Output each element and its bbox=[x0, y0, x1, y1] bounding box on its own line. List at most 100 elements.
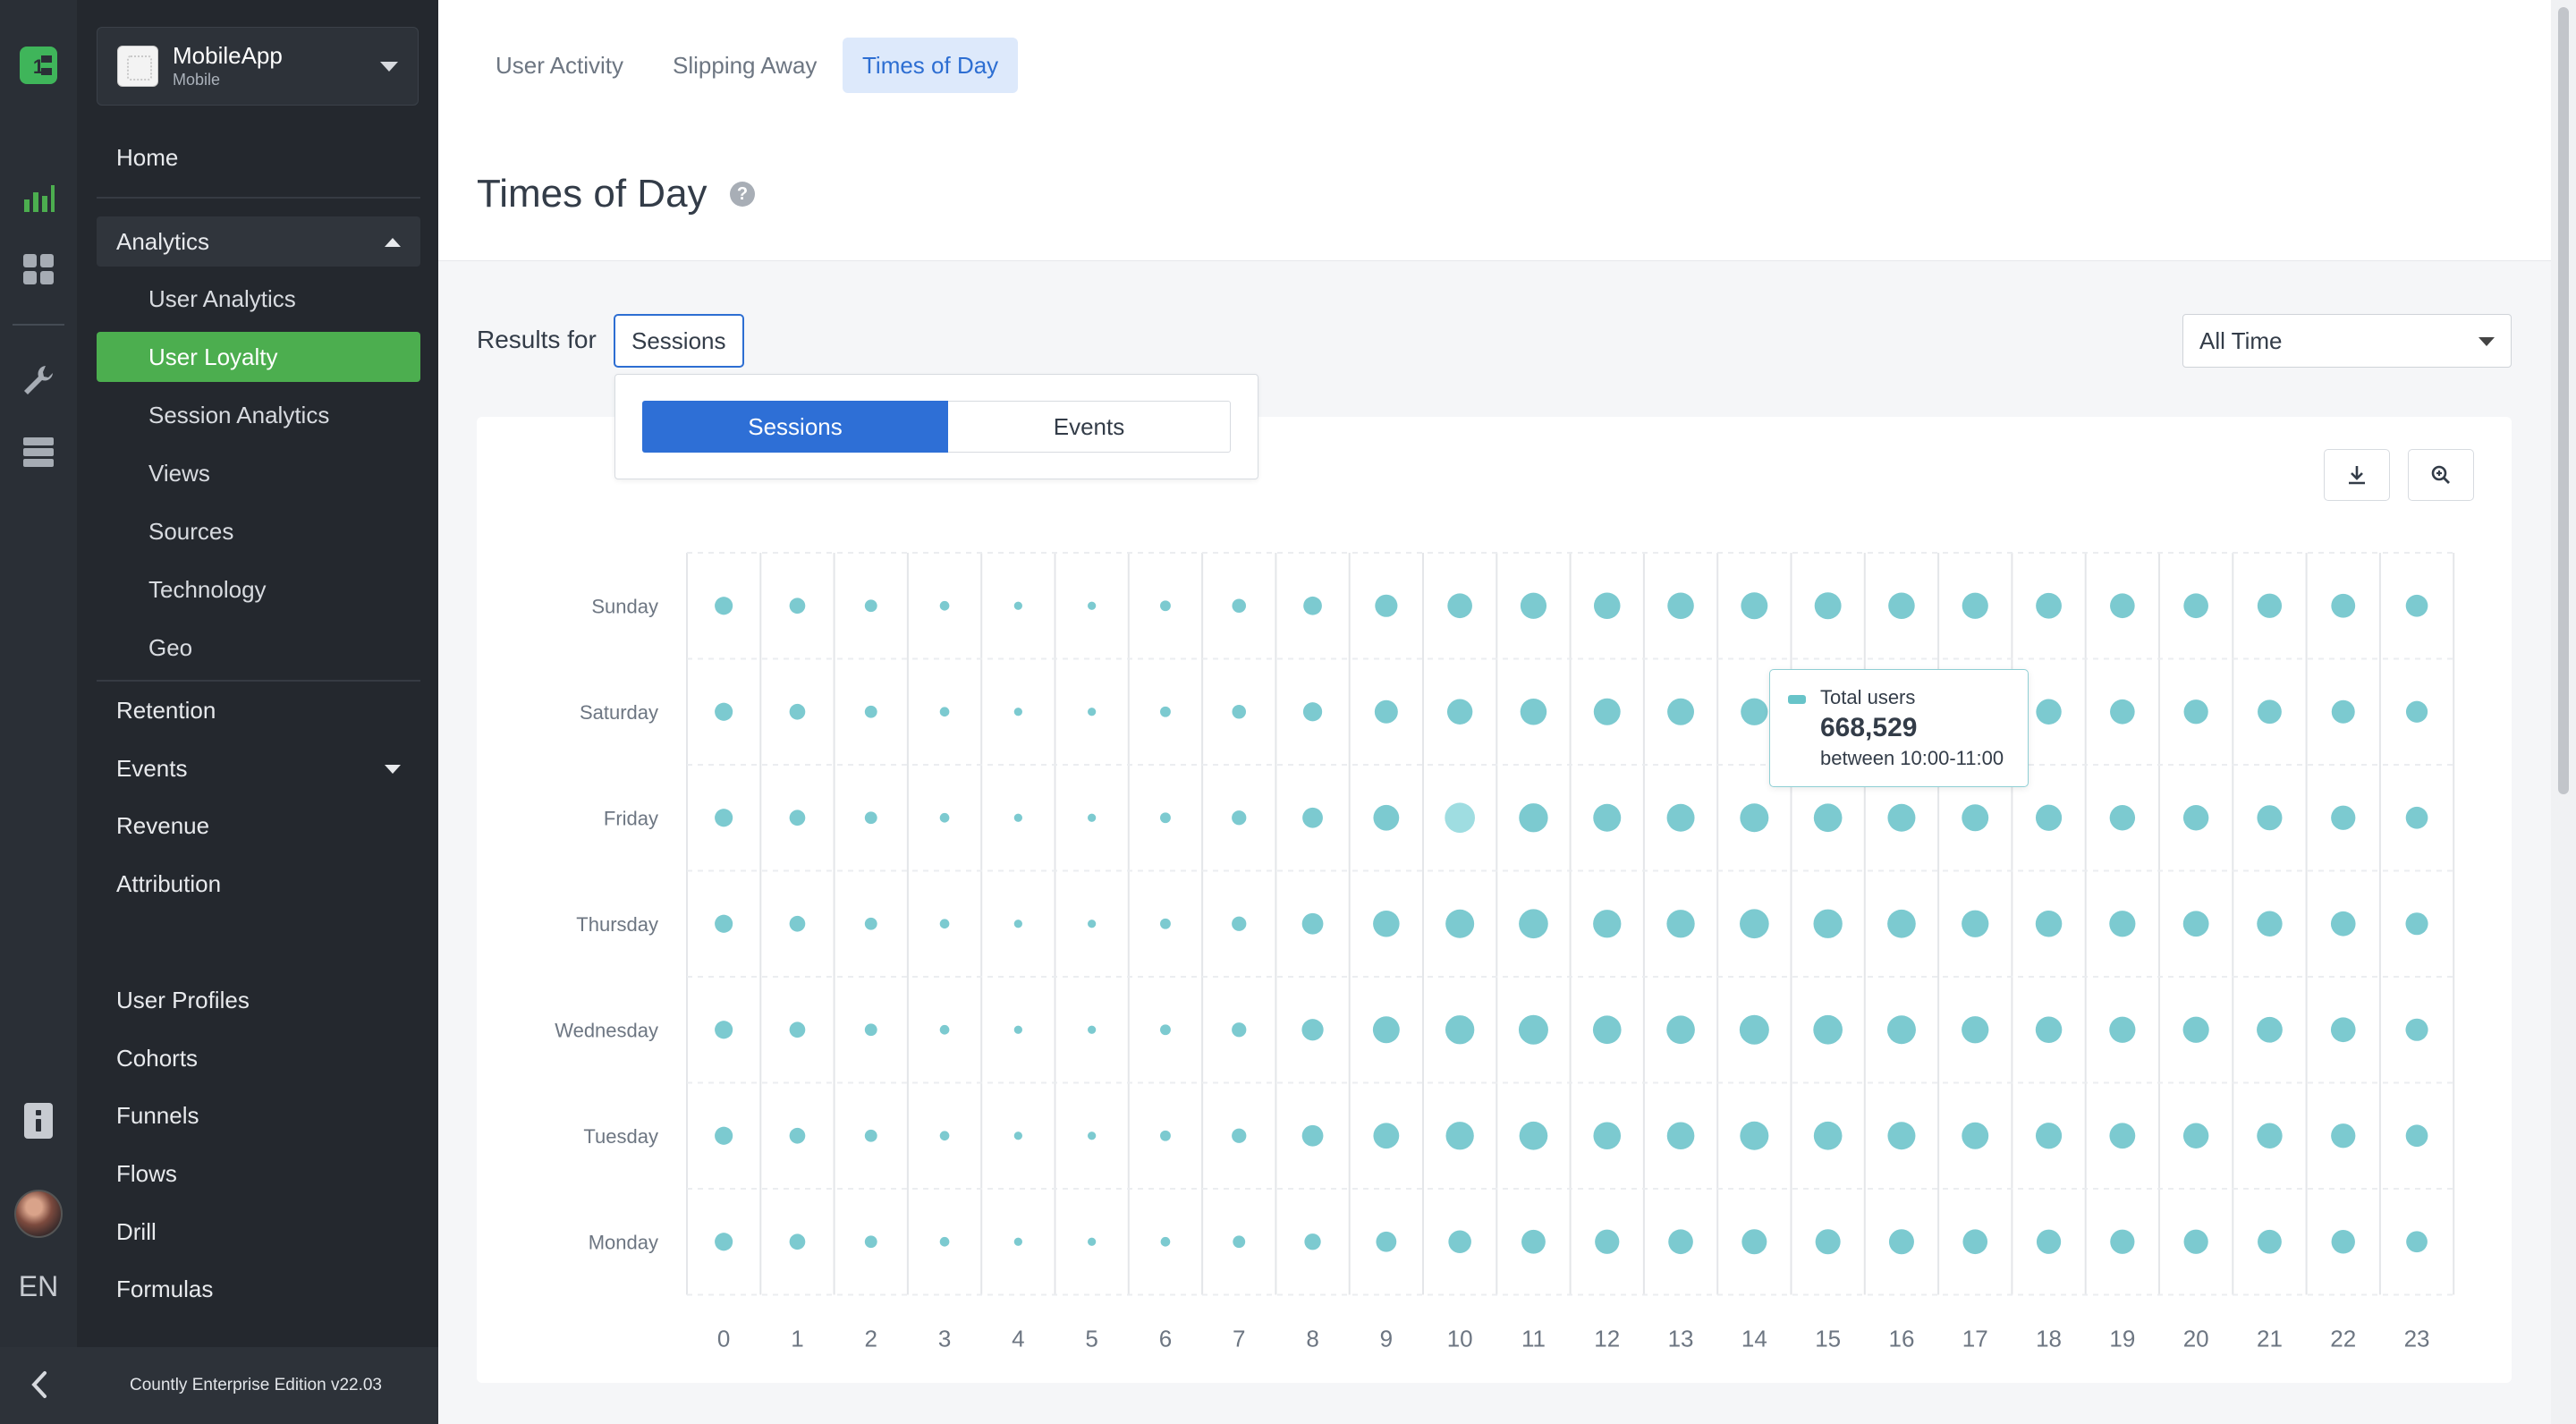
data-point bbox=[789, 915, 806, 932]
data-point bbox=[2109, 911, 2136, 937]
metric-dropdown: Sessions Events bbox=[614, 374, 1258, 479]
data-point bbox=[864, 1023, 877, 1037]
data-point bbox=[1013, 1237, 1022, 1246]
data-point bbox=[1375, 594, 1398, 617]
data-point bbox=[2035, 1016, 2063, 1044]
x-tick-label: 22 bbox=[2330, 1326, 2356, 1352]
sidebar-item-funnels[interactable]: Funnels bbox=[97, 1090, 420, 1140]
data-point bbox=[715, 1126, 733, 1145]
edition-label: Countly Enterprise Edition v22.03 bbox=[130, 1376, 382, 1394]
data-point bbox=[2182, 1123, 2209, 1149]
sidebar-item-drill[interactable]: Drill bbox=[97, 1207, 420, 1257]
data-point bbox=[1886, 1015, 1916, 1045]
user-avatar[interactable] bbox=[14, 1190, 63, 1238]
events-option[interactable]: Events bbox=[948, 401, 1231, 453]
data-point bbox=[2405, 700, 2428, 723]
data-point bbox=[715, 809, 733, 827]
database-icon[interactable] bbox=[16, 429, 61, 474]
data-point bbox=[715, 1021, 733, 1039]
sidebar-item-retention[interactable]: Retention bbox=[97, 685, 420, 735]
tooltip-label: Total users bbox=[1820, 686, 1916, 708]
data-point bbox=[2330, 911, 2356, 937]
data-point bbox=[1160, 1236, 1171, 1247]
data-point bbox=[939, 707, 950, 717]
data-point bbox=[1962, 1229, 1988, 1255]
data-point bbox=[1666, 1015, 1695, 1045]
data-point bbox=[2257, 911, 2283, 937]
data-point bbox=[1013, 920, 1022, 928]
sidebar-item-flows[interactable]: Flows bbox=[97, 1149, 420, 1199]
sidebar-item-user-analytics[interactable]: User Analytics bbox=[97, 274, 420, 324]
sidebar-item-technology[interactable]: Technology bbox=[97, 564, 420, 615]
scrollbar-thumb[interactable] bbox=[2558, 7, 2569, 794]
x-tick-label: 6 bbox=[1159, 1326, 1172, 1352]
data-point bbox=[2036, 592, 2062, 619]
data-point bbox=[1088, 1237, 1097, 1246]
dashboard-chart-icon[interactable] bbox=[16, 175, 61, 220]
data-point bbox=[2331, 1230, 2355, 1254]
data-point bbox=[864, 599, 877, 613]
data-point bbox=[2183, 1229, 2208, 1254]
chevron-down-icon bbox=[385, 765, 401, 774]
data-point bbox=[1232, 1022, 1247, 1038]
sidebar-item-events[interactable]: Events bbox=[97, 743, 420, 793]
apps-grid-icon[interactable] bbox=[16, 247, 61, 292]
sidebar-item-geo[interactable]: Geo bbox=[97, 623, 420, 673]
data-point bbox=[1887, 803, 1916, 832]
data-point bbox=[1160, 600, 1171, 612]
y-tick-label: Sunday bbox=[591, 595, 658, 617]
data-point bbox=[2331, 699, 2355, 724]
data-point bbox=[715, 702, 733, 721]
sidebar-item-home[interactable]: Home bbox=[97, 132, 420, 182]
sidebar-footer: Countly Enterprise Edition v22.03 bbox=[0, 1347, 438, 1424]
data-point bbox=[1232, 916, 1247, 931]
sidebar-item-session-analytics[interactable]: Session Analytics bbox=[97, 390, 420, 440]
x-tick-label: 1 bbox=[791, 1326, 803, 1352]
document-icon[interactable] bbox=[16, 1098, 61, 1143]
x-tick-label: 15 bbox=[1815, 1326, 1841, 1352]
language-switcher[interactable]: EN bbox=[0, 1270, 77, 1303]
sidebar-item-cohorts[interactable]: Cohorts bbox=[97, 1033, 420, 1083]
sidebar-item-formulas[interactable]: Formulas bbox=[97, 1264, 420, 1314]
sidebar-item-label: Events bbox=[116, 754, 188, 782]
data-point bbox=[1740, 1121, 1769, 1150]
data-point bbox=[2183, 699, 2208, 725]
data-point bbox=[1160, 1130, 1171, 1141]
data-point bbox=[1304, 1233, 1321, 1250]
data-point bbox=[1813, 803, 1843, 833]
sessions-option[interactable]: Sessions bbox=[642, 401, 948, 453]
data-point bbox=[1813, 1014, 1843, 1045]
wrench-icon[interactable] bbox=[16, 358, 61, 403]
data-point bbox=[1667, 698, 1695, 725]
x-tick-label: 8 bbox=[1306, 1326, 1318, 1352]
collapse-sidebar-button[interactable] bbox=[21, 1365, 57, 1404]
data-point bbox=[1232, 1128, 1247, 1143]
app-selector[interactable]: MobileApp Mobile bbox=[97, 27, 419, 106]
y-tick-label: Monday bbox=[589, 1231, 658, 1253]
data-point bbox=[1374, 699, 1398, 724]
sidebar-item-views[interactable]: Views bbox=[97, 448, 420, 498]
sidebar-item-analytics[interactable]: Analytics bbox=[97, 216, 420, 267]
sidebar-item-attribution[interactable]: Attribution bbox=[97, 859, 420, 909]
page-scrollbar[interactable] bbox=[2551, 0, 2576, 1424]
countly-logo-icon[interactable]: 1 bbox=[16, 43, 61, 88]
data-point bbox=[1666, 910, 1695, 938]
data-point bbox=[939, 600, 950, 611]
sidebar-item-sources[interactable]: Sources bbox=[97, 506, 420, 556]
data-point bbox=[1592, 1015, 1622, 1045]
data-point bbox=[715, 1233, 733, 1251]
tooltip-range: between 10:00-11:00 bbox=[1820, 747, 2004, 769]
data-point bbox=[1013, 708, 1022, 716]
data-point bbox=[1232, 810, 1247, 826]
x-tick-label: 14 bbox=[1741, 1326, 1767, 1352]
y-tick-label: Wednesday bbox=[555, 1019, 658, 1041]
data-point bbox=[1013, 1132, 1022, 1140]
chart-tooltip: Total users 668,529 between 10:00-11:00 bbox=[1769, 669, 2029, 787]
data-point bbox=[1887, 909, 1916, 938]
data-point bbox=[1519, 909, 1548, 939]
sidebar-item-user-loyalty[interactable]: User Loyalty bbox=[97, 332, 420, 382]
sidebar-item-revenue[interactable]: Revenue bbox=[97, 801, 420, 851]
sidebar-item-user-profiles[interactable]: User Profiles bbox=[97, 975, 420, 1025]
app-name: MobileApp bbox=[173, 42, 283, 69]
data-point bbox=[1088, 601, 1097, 610]
